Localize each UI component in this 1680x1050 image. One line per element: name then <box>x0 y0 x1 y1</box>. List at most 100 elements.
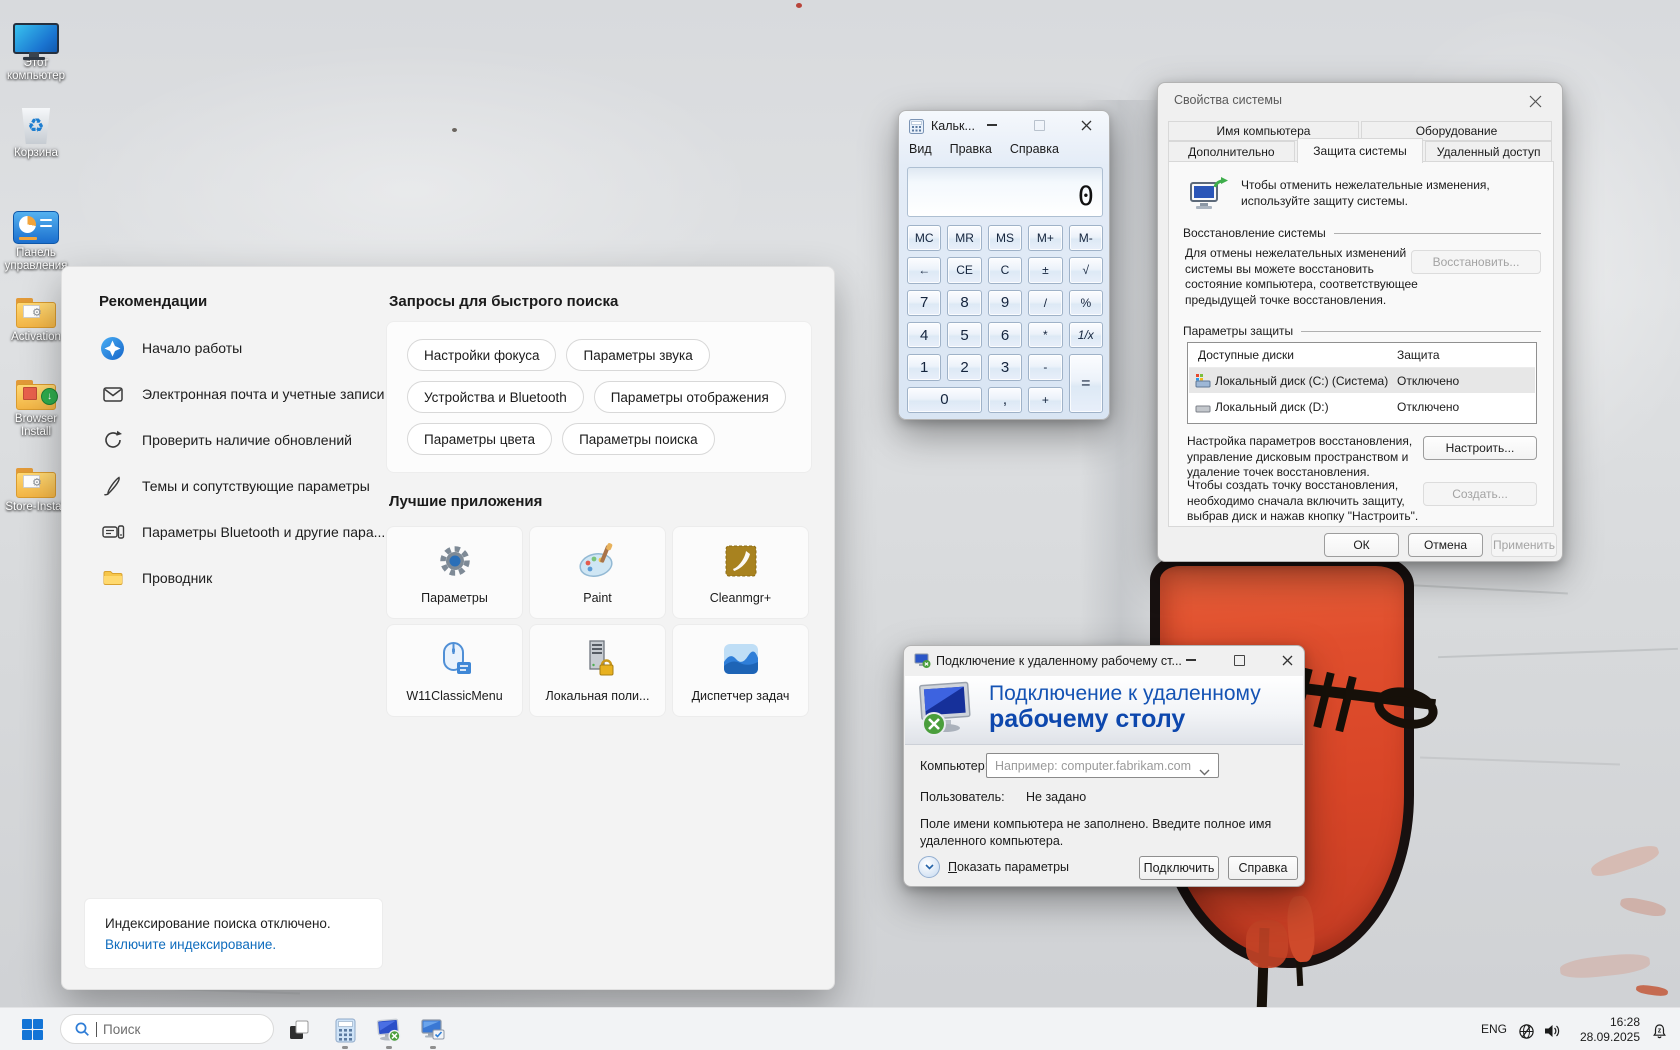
computer-combobox[interactable]: Например: computer.fabrikam.com <box>986 753 1219 778</box>
calc-key[interactable]: ± <box>1028 257 1062 283</box>
help-button[interactable]: Справка <box>1228 856 1298 880</box>
language-indicator[interactable]: ENG <box>1481 1022 1507 1036</box>
app-tile-cleanmgr[interactable]: Cleanmgr+ <box>672 526 809 619</box>
show-options-button[interactable] <box>918 856 940 878</box>
calc-key[interactable]: / <box>1028 290 1062 316</box>
chip-display-settings[interactable]: Параметры отображения <box>594 381 786 413</box>
enable-indexing-link[interactable]: Включите индексирование. <box>105 937 382 952</box>
maximize-button[interactable] <box>1222 646 1256 674</box>
close-icon[interactable] <box>1270 646 1304 674</box>
chip-sound-settings[interactable]: Параметры звука <box>566 339 709 371</box>
calc-key[interactable]: 1/x <box>1069 322 1103 348</box>
table-row[interactable]: Локальный диск (D:) Отключено <box>1189 394 1535 419</box>
calc-key[interactable]: * <box>1028 322 1062 348</box>
calc-key[interactable]: MR <box>947 225 981 251</box>
chip-focus-settings[interactable]: Настройки фокуса <box>407 339 556 371</box>
app-tile-paint[interactable]: Paint <box>529 526 666 619</box>
calc-key[interactable]: √ <box>1069 257 1103 283</box>
recommendation-explorer[interactable]: Проводник <box>92 555 390 601</box>
ok-button[interactable]: ОК <box>1324 533 1399 557</box>
recommendation-themes[interactable]: Темы и сопутствующие параметры <box>92 463 390 509</box>
calc-key-equals[interactable]: = <box>1069 354 1103 413</box>
chip-color-settings[interactable]: Параметры цвета <box>407 423 552 455</box>
clock[interactable]: 16:28 28.09.2025 <box>1566 1015 1640 1045</box>
app-tile-task-manager[interactable]: Диспетчер задач <box>672 624 809 717</box>
calc-key[interactable]: 9 <box>988 290 1022 316</box>
calc-key[interactable]: 8 <box>947 290 981 316</box>
calc-key[interactable]: 4 <box>907 322 941 348</box>
desktop-icon-this-pc[interactable]: Этот компьютер <box>4 10 68 83</box>
menu-view[interactable]: Вид <box>909 142 932 156</box>
calc-key[interactable]: 6 <box>988 322 1022 348</box>
desktop-icon-browser-install[interactable]: ↓ Browser Install <box>4 366 68 439</box>
taskbar-rdp-icon[interactable] <box>376 1017 402 1043</box>
chevron-down-icon[interactable] <box>1199 763 1210 781</box>
app-tile-w11classicmenu[interactable]: W11ClassicMenu <box>386 624 523 717</box>
quick-searches-box: Настройки фокуса Параметры звука Устройс… <box>386 321 812 473</box>
app-tile-settings[interactable]: Параметры <box>386 526 523 619</box>
stacked-windows-icon[interactable] <box>286 1017 312 1043</box>
taskbar-search[interactable]: Поиск <box>60 1014 274 1044</box>
calc-key[interactable]: 7 <box>907 290 941 316</box>
calc-key-backspace[interactable]: ← <box>907 257 941 283</box>
close-icon[interactable] <box>1069 111 1103 139</box>
minimize-button[interactable] <box>975 111 1009 139</box>
calc-key[interactable]: 1 <box>907 354 941 380</box>
maximize-button[interactable] <box>1022 111 1056 139</box>
tab-system-protection[interactable]: Защита системы <box>1297 138 1424 163</box>
menu-edit[interactable]: Правка <box>950 142 992 156</box>
apply-button[interactable]: Применить <box>1491 533 1557 557</box>
minimize-button[interactable] <box>1174 646 1208 674</box>
menu-help[interactable]: Справка <box>1010 142 1059 156</box>
indexing-message: Индексирование поиска отключено. <box>105 916 382 931</box>
recommendation-email[interactable]: Электронная почта и учетные записи <box>92 371 390 417</box>
desktop-icon-activation[interactable]: ⚙ Activation <box>4 284 68 344</box>
recommendation-updates[interactable]: Проверить наличие обновлений <box>92 417 390 463</box>
calc-key[interactable]: 5 <box>947 322 981 348</box>
desktop-icon-store-install[interactable]: ⚙ Store-Install <box>4 454 68 514</box>
search-results-panel: Рекомендации Начало работы Электронная п… <box>61 266 835 990</box>
calc-key[interactable]: - <box>1028 354 1062 380</box>
calc-key[interactable]: 3 <box>988 354 1022 380</box>
tab-advanced[interactable]: Дополнительно <box>1168 141 1295 162</box>
notification-bell-icon[interactable]: z <box>1646 1018 1672 1044</box>
recommendation-get-started[interactable]: Начало работы <box>92 325 390 371</box>
wall-smudge <box>1559 951 1651 980</box>
chip-devices-bluetooth[interactable]: Устройства и Bluetooth <box>407 381 584 413</box>
volume-icon[interactable] <box>1540 1018 1566 1044</box>
control-panel-icon <box>13 211 59 244</box>
show-options-label[interactable]: Показать параметры <box>948 860 1069 874</box>
calc-key[interactable]: + <box>1028 387 1062 413</box>
calc-key[interactable]: 0 <box>907 387 982 413</box>
svg-text:z: z <box>1657 1027 1661 1034</box>
start-button[interactable] <box>22 1019 43 1040</box>
cancel-button[interactable]: Отмена <box>1408 533 1483 557</box>
desktop: Этот компьютер ♻ Корзина Панель управлен… <box>0 0 1680 1050</box>
restore-button[interactable]: Восстановить... <box>1411 250 1541 274</box>
calc-key[interactable]: M+ <box>1028 225 1062 251</box>
calc-key[interactable]: % <box>1069 290 1103 316</box>
calc-key[interactable]: M- <box>1069 225 1103 251</box>
desktop-icon-control-panel[interactable]: Панель управления <box>4 200 68 273</box>
calc-key[interactable]: MC <box>907 225 941 251</box>
connect-button[interactable]: Подключить <box>1139 856 1219 880</box>
calc-key[interactable]: , <box>988 387 1022 413</box>
taskbar-system-icon[interactable] <box>420 1017 446 1043</box>
tab-remote[interactable]: Удаленный доступ <box>1425 141 1552 162</box>
recommendation-bluetooth[interactable]: Параметры Bluetooth и другие пара... <box>92 509 390 555</box>
network-globe-icon[interactable] <box>1513 1018 1539 1044</box>
graffiti-smear <box>1246 920 1288 968</box>
chip-search-settings[interactable]: Параметры поиска <box>562 423 715 455</box>
close-icon[interactable] <box>1518 87 1552 115</box>
configure-button[interactable]: Настроить... <box>1423 436 1537 460</box>
calc-key[interactable]: CE <box>947 257 981 283</box>
create-button[interactable]: Создать... <box>1423 482 1537 506</box>
taskbar-calculator-icon[interactable] <box>332 1017 358 1043</box>
desktop-icon-recycle-bin[interactable]: ♻ Корзина <box>4 100 68 160</box>
table-row[interactable]: Локальный диск (C:) (Система) Отключено <box>1189 368 1535 393</box>
calc-key[interactable]: C <box>988 257 1022 283</box>
calc-key[interactable]: MS <box>988 225 1022 251</box>
app-tile-local-policy[interactable]: Локальная поли... <box>529 624 666 717</box>
calc-key[interactable]: 2 <box>947 354 981 380</box>
get-started-icon <box>100 336 125 361</box>
